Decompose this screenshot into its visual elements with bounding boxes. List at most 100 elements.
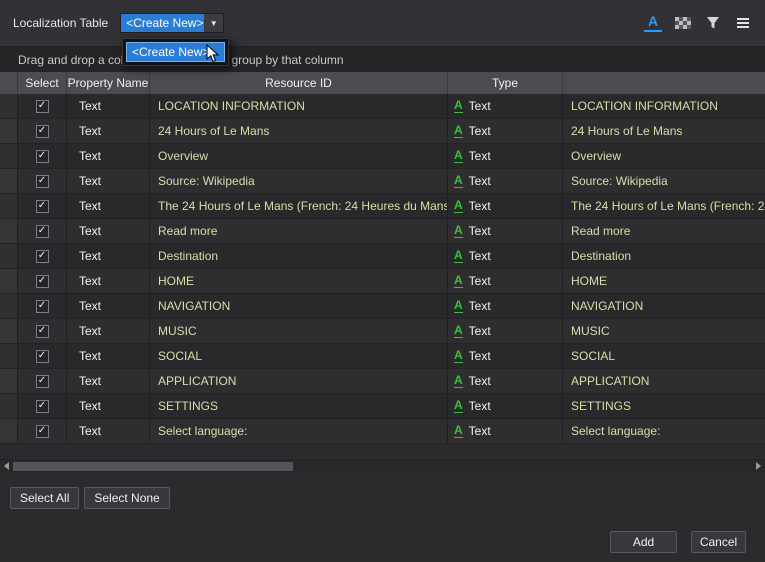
table-row[interactable]: ✓ Text LOCATION INFORMATION A Text LOCAT… (0, 94, 765, 119)
table-row[interactable]: ✓ Text NAVIGATION A Text NAVIGATION (0, 294, 765, 319)
table-row[interactable]: ✓ Text Overview A Text Overview (0, 144, 765, 169)
type-label: Text (469, 249, 491, 263)
group-by-bar[interactable]: Drag and drop a column header here to gr… (0, 46, 765, 72)
type-label: Text (469, 174, 491, 188)
property-name-cell: Text (67, 169, 150, 193)
row-checkbox[interactable]: ✓ (36, 325, 49, 338)
resource-id-cell: Overview (150, 144, 448, 168)
filter-icon[interactable] (704, 14, 722, 32)
row-checkbox[interactable]: ✓ (36, 150, 49, 163)
property-name-cell: Text (67, 369, 150, 393)
row-indicator (0, 169, 18, 193)
text-type-icon: A (454, 350, 463, 363)
select-all-button[interactable]: Select All (10, 487, 79, 509)
table-header: Select Property Name Resource ID Type (0, 72, 765, 94)
table-body: ✓ Text LOCATION INFORMATION A Text LOCAT… (0, 94, 765, 444)
row-select-cell: ✓ (18, 194, 67, 218)
row-select-cell: ✓ (18, 269, 67, 293)
type-label: Text (469, 424, 491, 438)
row-checkbox[interactable]: ✓ (36, 200, 49, 213)
checkmark-icon: ✓ (38, 226, 46, 236)
type-cell: A Text (448, 144, 563, 168)
row-checkbox[interactable]: ✓ (36, 250, 49, 263)
row-indicator (0, 294, 18, 318)
menu-icon[interactable] (734, 14, 752, 32)
property-name-cell: Text (67, 94, 150, 118)
value-cell: Destination (563, 244, 765, 268)
row-checkbox[interactable]: ✓ (36, 125, 49, 138)
row-checkbox[interactable]: ✓ (36, 100, 49, 113)
horizontal-scrollbar[interactable] (0, 459, 765, 472)
value-cell: APPLICATION (563, 369, 765, 393)
scrollbar-thumb[interactable] (13, 462, 293, 471)
row-indicator (0, 419, 18, 443)
property-name-cell: Text (67, 294, 150, 318)
value-cell: Select language: (563, 419, 765, 443)
table-row[interactable]: ✓ Text Source: Wikipedia A Text Source: … (0, 169, 765, 194)
table-row[interactable]: ✓ Text HOME A Text HOME (0, 269, 765, 294)
table-row[interactable]: ✓ Text The 24 Hours of Le Mans (French: … (0, 194, 765, 219)
header-resource-id[interactable]: Resource ID (150, 72, 448, 94)
row-checkbox[interactable]: ✓ (36, 400, 49, 413)
select-none-button[interactable]: Select None (84, 487, 169, 509)
text-type-icon: A (454, 375, 463, 388)
table-row[interactable]: ✓ Text Destination A Text Destination (0, 244, 765, 269)
checkmark-icon: ✓ (38, 401, 46, 411)
row-indicator (0, 219, 18, 243)
table-row[interactable]: ✓ Text Read more A Text Read more (0, 219, 765, 244)
cancel-button[interactable]: Cancel (691, 531, 746, 553)
table-row[interactable]: ✓ Text APPLICATION A Text APPLICATION (0, 369, 765, 394)
header-indicator-column (0, 72, 18, 94)
mouse-cursor (206, 44, 220, 67)
checkmark-icon: ✓ (38, 276, 46, 286)
chevron-down-icon[interactable]: ▼ (204, 14, 223, 32)
page-title: Localization Table (13, 16, 108, 30)
table-row[interactable]: ✓ Text Select language: A Text Select la… (0, 419, 765, 444)
header-value[interactable] (563, 72, 765, 94)
row-checkbox[interactable]: ✓ (36, 350, 49, 363)
property-name-cell: Text (67, 419, 150, 443)
row-checkbox[interactable]: ✓ (36, 300, 49, 313)
add-button[interactable]: Add (610, 531, 677, 553)
checkerboard-icon[interactable] (674, 14, 692, 32)
type-cell: A Text (448, 419, 563, 443)
property-name-cell: Text (67, 319, 150, 343)
checkmark-icon: ✓ (38, 351, 46, 361)
header-property-name[interactable]: Property Name (67, 72, 150, 94)
property-name-cell: Text (67, 119, 150, 143)
scroll-left-arrow-icon[interactable] (0, 460, 13, 472)
row-indicator (0, 144, 18, 168)
text-type-icon: A (454, 100, 463, 113)
checkmark-icon: ✓ (38, 251, 46, 261)
row-select-cell: ✓ (18, 394, 67, 418)
row-checkbox[interactable]: ✓ (36, 225, 49, 238)
row-select-cell: ✓ (18, 119, 67, 143)
table-select-combobox[interactable]: <Create New> ▼ (120, 13, 224, 33)
type-label: Text (469, 349, 491, 363)
row-indicator (0, 119, 18, 143)
row-checkbox[interactable]: ✓ (36, 175, 49, 188)
row-checkbox[interactable]: ✓ (36, 375, 49, 388)
text-type-icon: A (454, 400, 463, 413)
table-row[interactable]: ✓ Text SOCIAL A Text SOCIAL (0, 344, 765, 369)
text-type-icon: A (454, 325, 463, 338)
table-row[interactable]: ✓ Text SETTINGS A Text SETTINGS (0, 394, 765, 419)
row-indicator (0, 319, 18, 343)
header-type[interactable]: Type (448, 72, 563, 94)
checkmark-icon: ✓ (38, 326, 46, 336)
text-type-icon: A (454, 225, 463, 238)
row-indicator (0, 269, 18, 293)
combobox-value[interactable]: <Create New> (121, 14, 204, 32)
row-checkbox[interactable]: ✓ (36, 425, 49, 438)
table-row[interactable]: ✓ Text 24 Hours of Le Mans A Text 24 Hou… (0, 119, 765, 144)
scroll-right-arrow-icon[interactable] (752, 460, 765, 472)
table-row[interactable]: ✓ Text MUSIC A Text MUSIC (0, 319, 765, 344)
font-icon[interactable]: A (644, 14, 662, 32)
header-select[interactable]: Select (18, 72, 67, 94)
property-name-cell: Text (67, 344, 150, 368)
row-checkbox[interactable]: ✓ (36, 275, 49, 288)
property-name-cell: Text (67, 394, 150, 418)
row-select-cell: ✓ (18, 319, 67, 343)
resource-id-cell: 24 Hours of Le Mans (150, 119, 448, 143)
checkmark-icon: ✓ (38, 126, 46, 136)
